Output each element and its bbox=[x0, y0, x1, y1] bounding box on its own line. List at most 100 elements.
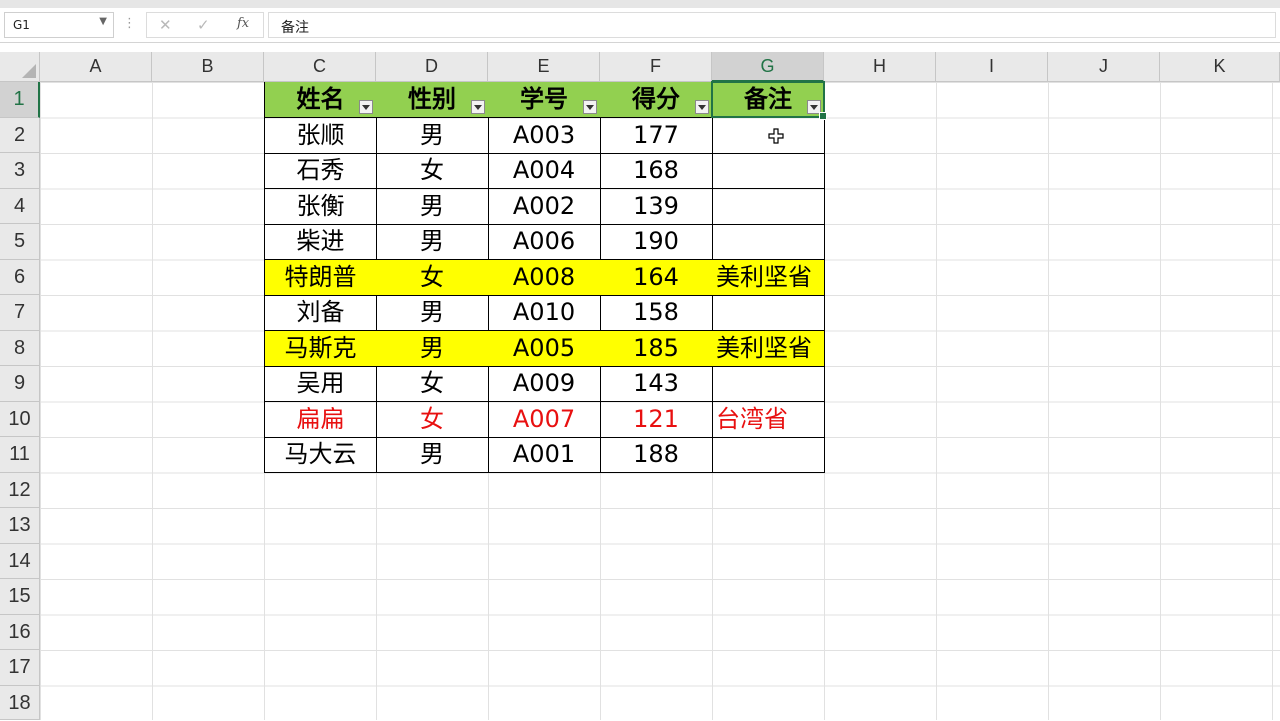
filter-dropdown-icon[interactable] bbox=[471, 100, 485, 114]
column-header-b[interactable]: B bbox=[152, 52, 264, 82]
table-cell-note[interactable] bbox=[712, 366, 825, 402]
column-header-i[interactable]: I bbox=[936, 52, 1048, 82]
table-cell-gender[interactable]: 女 bbox=[376, 366, 489, 402]
table-cell-score[interactable]: 188 bbox=[600, 437, 713, 473]
table-cell-gender[interactable]: 女 bbox=[376, 401, 489, 438]
table-cell-gender[interactable]: 男 bbox=[376, 117, 489, 154]
table-cell-gender[interactable]: 女 bbox=[376, 153, 489, 189]
formula-input[interactable]: 备注 bbox=[268, 12, 1276, 38]
filter-dropdown-icon[interactable] bbox=[807, 100, 821, 114]
row-header-14[interactable]: 14 bbox=[0, 543, 40, 579]
table-cell-score[interactable]: 164 bbox=[600, 259, 713, 296]
table-cell-id[interactable]: A009 bbox=[488, 366, 601, 402]
filter-dropdown-icon[interactable] bbox=[359, 100, 373, 114]
table-cell-gender[interactable]: 男 bbox=[376, 295, 489, 331]
filter-dropdown-icon[interactable] bbox=[583, 100, 597, 114]
row-header-6[interactable]: 6 bbox=[0, 259, 40, 295]
column-header-d[interactable]: D bbox=[376, 52, 488, 82]
table-cell-name[interactable]: 吴用 bbox=[264, 366, 377, 402]
row-header-7[interactable]: 7 bbox=[0, 295, 40, 331]
table-cell-note[interactable] bbox=[712, 188, 825, 225]
table-cell-score[interactable]: 177 bbox=[600, 117, 713, 154]
row-header-11[interactable]: 11 bbox=[0, 437, 40, 473]
cancel-icon[interactable]: ✕ bbox=[159, 16, 172, 34]
table-cell-name[interactable]: 刘备 bbox=[264, 295, 377, 331]
table-cell-note[interactable] bbox=[712, 437, 825, 473]
table-cell-gender[interactable]: 男 bbox=[376, 437, 489, 473]
row-header-15[interactable]: 15 bbox=[0, 579, 40, 615]
table-cell-gender[interactable]: 男 bbox=[376, 224, 489, 260]
table-cell-note[interactable]: 台湾省 bbox=[712, 401, 825, 438]
select-all-button[interactable] bbox=[0, 52, 40, 82]
table-cell-note[interactable]: 美利坚省 bbox=[712, 330, 825, 367]
enter-icon[interactable]: ✓ bbox=[197, 16, 210, 34]
table-cell-score[interactable]: 158 bbox=[600, 295, 713, 331]
table-cell-score[interactable]: 190 bbox=[600, 224, 713, 260]
table-cell-name[interactable]: 张衡 bbox=[264, 188, 377, 225]
row-header-5[interactable]: 5 bbox=[0, 224, 40, 260]
formula-buttons: ✕ ✓ fx bbox=[146, 12, 264, 38]
header-cell[interactable]: 备注 bbox=[712, 82, 825, 118]
table-cell-name[interactable]: 扁扁 bbox=[264, 401, 377, 438]
table-cell-score[interactable]: 168 bbox=[600, 153, 713, 189]
table-cell-score[interactable]: 143 bbox=[600, 366, 713, 402]
row-header-3[interactable]: 3 bbox=[0, 153, 40, 189]
table-cell-name[interactable]: 马大云 bbox=[264, 437, 377, 473]
column-header-a[interactable]: A bbox=[40, 52, 152, 82]
table-cell-score[interactable]: 139 bbox=[600, 188, 713, 225]
cell-cursor-icon bbox=[768, 128, 784, 144]
table-cell-id[interactable]: A010 bbox=[488, 295, 601, 331]
name-box[interactable]: G1 ▼ bbox=[4, 12, 114, 38]
header-cell[interactable]: 得分 bbox=[600, 82, 713, 118]
header-cell[interactable]: 学号 bbox=[488, 82, 601, 118]
table-cell-note[interactable]: 美利坚省 bbox=[712, 259, 825, 296]
table-cell-name[interactable]: 马斯克 bbox=[264, 330, 377, 367]
row-header-4[interactable]: 4 bbox=[0, 188, 40, 224]
row-header-18[interactable]: 18 bbox=[0, 685, 40, 720]
column-header-h[interactable]: H bbox=[824, 52, 936, 82]
more-options-icon[interactable]: ⋮ bbox=[123, 16, 136, 31]
table-cell-id[interactable]: A005 bbox=[488, 330, 601, 367]
table-cell-note[interactable] bbox=[712, 153, 825, 189]
row-header-10[interactable]: 10 bbox=[0, 401, 40, 437]
column-header-c[interactable]: C bbox=[264, 52, 376, 82]
table-cell-gender[interactable]: 女 bbox=[376, 259, 489, 296]
select-all-triangle bbox=[22, 64, 36, 78]
column-header-k[interactable]: K bbox=[1160, 52, 1280, 82]
table-cell-name[interactable]: 石秀 bbox=[264, 153, 377, 189]
table-cell-name[interactable]: 特朗普 bbox=[264, 259, 377, 296]
table-cell-name[interactable]: 柴进 bbox=[264, 224, 377, 260]
name-box-value: G1 bbox=[13, 18, 30, 32]
row-header-12[interactable]: 12 bbox=[0, 472, 40, 508]
table-cell-id[interactable]: A006 bbox=[488, 224, 601, 260]
table-cell-name[interactable]: 张顺 bbox=[264, 117, 377, 154]
row-header-13[interactable]: 13 bbox=[0, 508, 40, 544]
table-cell-gender[interactable]: 男 bbox=[376, 188, 489, 225]
row-header-1[interactable]: 1 bbox=[0, 82, 40, 118]
table-cell-id[interactable]: A003 bbox=[488, 117, 601, 154]
insert-function-icon[interactable]: fx bbox=[237, 16, 249, 31]
table-cell-note[interactable] bbox=[712, 224, 825, 260]
row-header-2[interactable]: 2 bbox=[0, 117, 40, 153]
row-header-16[interactable]: 16 bbox=[0, 614, 40, 650]
column-header-j[interactable]: J bbox=[1048, 52, 1160, 82]
filter-dropdown-icon[interactable] bbox=[695, 100, 709, 114]
chevron-down-icon[interactable]: ▼ bbox=[99, 16, 107, 27]
table-cell-id[interactable]: A004 bbox=[488, 153, 601, 189]
column-header-g[interactable]: G bbox=[712, 52, 824, 82]
row-header-8[interactable]: 8 bbox=[0, 330, 40, 366]
row-header-17[interactable]: 17 bbox=[0, 650, 40, 686]
table-cell-id[interactable]: A008 bbox=[488, 259, 601, 296]
row-header-9[interactable]: 9 bbox=[0, 366, 40, 402]
table-cell-note[interactable] bbox=[712, 295, 825, 331]
table-cell-score[interactable]: 185 bbox=[600, 330, 713, 367]
table-cell-id[interactable]: A001 bbox=[488, 437, 601, 473]
table-cell-id[interactable]: A002 bbox=[488, 188, 601, 225]
table-cell-score[interactable]: 121 bbox=[600, 401, 713, 438]
table-cell-gender[interactable]: 男 bbox=[376, 330, 489, 367]
table-cell-id[interactable]: A007 bbox=[488, 401, 601, 438]
column-header-e[interactable]: E bbox=[488, 52, 600, 82]
header-cell[interactable]: 姓名 bbox=[264, 82, 377, 118]
column-header-f[interactable]: F bbox=[600, 52, 712, 82]
header-cell[interactable]: 性别 bbox=[376, 82, 489, 118]
